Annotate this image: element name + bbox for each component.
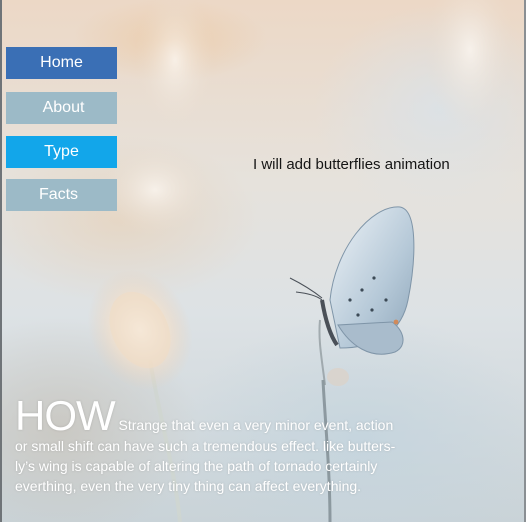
nav-item-label: Home [40,54,83,71]
story-paragraph: HOW Strange that even a very minor event… [15,395,455,496]
story-text-line: ly’s wing is capable of altering the pat… [15,458,378,474]
animation-note: I will add butterflies animation [253,156,450,173]
nav-item-label: Facts [38,186,79,203]
nav-item-type[interactable]: Type [6,136,117,168]
nav-item-label: Type [44,143,79,160]
story-heading: HOW [15,392,116,439]
perch-bud [327,368,349,386]
story-text-line: everthing, even the very tiny thing can … [15,478,362,494]
nav-item-facts[interactable]: Facts [6,179,117,211]
page-background: Home About Type Facts I will add butterf… [0,0,526,522]
story-line-first: HOW Strange that even a very minor event… [15,395,455,437]
main-nav: Home About Type Facts [6,47,117,211]
story-text-line: or small shift can have such a tremendou… [15,438,396,454]
nav-item-label: About [42,99,85,116]
nav-item-about[interactable]: About [6,92,117,124]
grass-blur-right [425,0,515,130]
story-text-line: Strange that even a very minor event, ac… [118,417,394,433]
perch-sprig [318,319,326,386]
nav-item-home[interactable]: Home [6,47,117,79]
butterfly-illustration [289,206,415,355]
window-border-left [0,0,2,522]
grass-blur-top [135,0,215,130]
